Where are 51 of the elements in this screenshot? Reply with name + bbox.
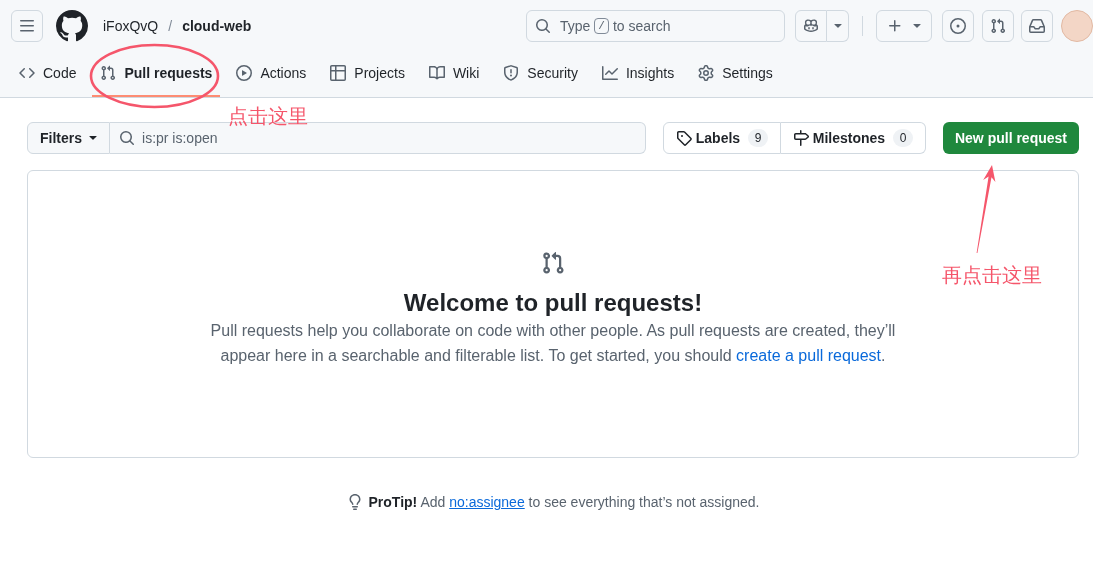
- play-icon: [236, 65, 253, 81]
- table-icon: [330, 65, 347, 81]
- annotation-text: 再点击这里: [942, 265, 1042, 285]
- book-icon: [428, 65, 445, 81]
- no-assignee-link[interactable]: no:assignee: [449, 494, 525, 510]
- search-icon: [535, 18, 551, 34]
- gear-icon: [698, 65, 715, 81]
- pull-request-icon: [990, 18, 1006, 34]
- robot-face-icon: [803, 18, 819, 34]
- pull-request-icon: [541, 251, 565, 275]
- repo-link[interactable]: cloud-web: [182, 16, 252, 36]
- search-icon: [119, 130, 135, 146]
- signpost-icon: [792, 130, 809, 146]
- shortcut-key: /: [594, 18, 609, 34]
- code-icon: [19, 65, 35, 81]
- new-pull-request-button[interactable]: New pull request: [942, 122, 1079, 154]
- milestones-button[interactable]: Milestones 0: [780, 122, 926, 154]
- robot-face-button[interactable]: [795, 10, 827, 42]
- empty-state-title: Welcome to pull requests!: [403, 288, 703, 318]
- issues-button[interactable]: [942, 10, 974, 42]
- plus-icon: [887, 18, 903, 34]
- inbox-icon: [1029, 18, 1045, 34]
- caret-icon: [89, 136, 97, 140]
- tag-icon: [675, 130, 692, 146]
- label-count: 9: [748, 129, 769, 147]
- menu-button[interactable]: [11, 10, 43, 42]
- menu-icon: [19, 18, 35, 34]
- owner-link[interactable]: iFoxQvQ: [103, 16, 159, 36]
- graph-icon: [601, 65, 618, 81]
- tab[interactable]: Wiki: [420, 58, 488, 97]
- tab[interactable]: Settings: [690, 58, 781, 97]
- pull-request-icon: [100, 65, 117, 81]
- octocat-logo-icon: [56, 10, 88, 42]
- empty-state-text: Pull requests help you collaborate on code with other people. As pull requests are created, they’ll appear here in a searchable and filterable list. To get started, you should create a pull request.: [209, 321, 897, 366]
- breadcrumb-separator: /: [168, 17, 173, 36]
- tab[interactable]: Projects: [322, 58, 413, 97]
- caret-icon: [913, 24, 921, 28]
- tab[interactable]: Security: [495, 58, 586, 97]
- tab[interactable]: Code: [11, 58, 85, 97]
- tab[interactable]: Actions: [228, 58, 315, 97]
- protip-text: ProTip! Add no:assignee to see everything that’s not assigned.: [368, 493, 760, 512]
- labels-button[interactable]: Labels 9: [662, 122, 781, 154]
- tab[interactable]: Pull requests: [92, 58, 221, 97]
- search-field[interactable]: Type / to search: [526, 10, 785, 42]
- caret-icon: [833, 24, 842, 28]
- pull-requests-button[interactable]: [982, 10, 1014, 42]
- shield-icon: [503, 65, 520, 81]
- filters-button[interactable]: Filters: [27, 122, 110, 154]
- milestone-count: 0: [893, 129, 914, 147]
- tab[interactable]: Insights: [593, 58, 683, 97]
- inbox-button[interactable]: [1021, 10, 1053, 42]
